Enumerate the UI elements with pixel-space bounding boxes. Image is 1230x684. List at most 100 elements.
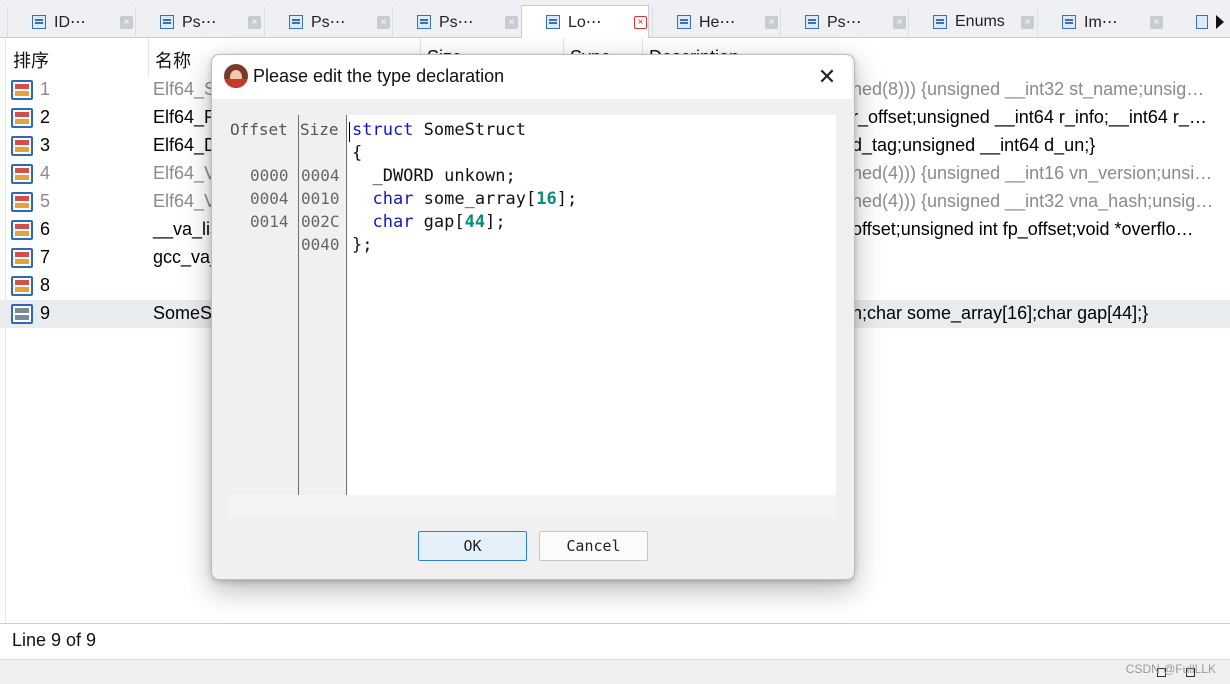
tab-close-icon[interactable]: ×	[765, 15, 778, 29]
code-text: {	[352, 143, 363, 163]
tab-label: Ps⋯	[311, 14, 346, 31]
tab-close-icon[interactable]: ×	[120, 15, 133, 29]
row-name: Elf64_V	[153, 191, 217, 211]
gutter-size-value: 0004	[301, 166, 340, 185]
code-area[interactable]: struct SomeStruct { _DWORD unkown; char s…	[347, 115, 836, 495]
code-text: some_array[	[413, 189, 537, 209]
row-name: __va_lis	[153, 219, 220, 239]
code-line: {	[352, 143, 362, 163]
row-number: 9	[40, 303, 51, 323]
code-text: _DWORD unkown;	[352, 166, 516, 186]
row-number: 4	[40, 163, 51, 183]
code-keyword: struct	[352, 120, 414, 140]
tab-2[interactable]: Ps⋯ ×	[135, 7, 263, 37]
tab-1[interactable]: ID⋯ ×	[7, 7, 135, 37]
chevron-right-icon[interactable]	[1216, 15, 1224, 29]
close-icon[interactable]: ✕	[812, 63, 842, 91]
gutter-size-value: 0040	[301, 235, 340, 254]
gutter-offset-value: 0004	[250, 189, 289, 208]
code-line: struct SomeStruct	[352, 120, 526, 140]
row-name: gcc_va_	[153, 247, 221, 267]
tab-7[interactable]: Ps⋯ ×	[780, 7, 908, 37]
row-name: Elf64_V	[153, 163, 217, 183]
tab-close-icon[interactable]: ×	[377, 15, 390, 29]
row-description: offset;unsigned int fp_offset;void *over…	[852, 219, 1194, 239]
gutter-size-value: 0010	[301, 189, 340, 208]
code-keyword: char	[372, 189, 414, 209]
cancel-button[interactable]: Cancel	[539, 531, 648, 561]
code-line: _DWORD unkown;	[352, 166, 516, 186]
code-text: ];	[485, 212, 506, 232]
struct-type-icon	[11, 248, 33, 268]
row-description: d_tag;unsigned __int64 d_un;}	[852, 135, 1096, 155]
offset-gutter: Offset 0000 0004 0014	[228, 115, 299, 495]
struct-type-icon	[11, 192, 33, 212]
code-text: };	[352, 235, 373, 255]
tab-6[interactable]: He⋯ ×	[652, 7, 780, 37]
tab-close-icon[interactable]: ×	[1021, 15, 1034, 29]
column-header-ordinal[interactable]: 排序	[13, 47, 49, 73]
row-number: 3	[40, 135, 51, 155]
row-name: Elf64_R	[153, 107, 218, 127]
gutter-offset-value: 0000	[250, 166, 289, 185]
struct-type-icon	[11, 108, 33, 128]
tab-close-icon[interactable]: ×	[634, 15, 647, 29]
tab-label: Lo⋯	[568, 14, 602, 31]
row-description: ned(4))) {unsigned __int16 vn_version;un…	[852, 163, 1213, 183]
type-declaration-editor[interactable]: Offset 0000 0004 0014 Size 0004 0010 002C 004…	[228, 115, 836, 518]
edit-type-dialog: Please edit the type declaration ✕ Offse…	[211, 54, 855, 580]
tab-close-icon[interactable]: ×	[505, 15, 518, 29]
row-number: 2	[40, 107, 51, 127]
tab-5[interactable]: Lo⋯ ×	[521, 5, 649, 38]
code-keyword: char	[372, 212, 414, 232]
column-separator[interactable]	[148, 38, 149, 76]
column-header-name[interactable]: 名称	[155, 47, 191, 73]
pseudocode-icon	[160, 15, 174, 29]
dialog-title: Please edit the type declaration	[253, 66, 505, 86]
tab-label: Ps⋯	[827, 14, 862, 31]
editor-scroll-area	[228, 495, 836, 518]
tab-label: Enums	[955, 13, 1005, 30]
code-text: gap[	[413, 212, 465, 232]
tab-close-icon[interactable]: ×	[1150, 15, 1163, 29]
text-cursor	[349, 122, 350, 142]
row-description: r_offset;unsigned __int64 r_info;__int64…	[852, 107, 1207, 127]
pseudocode-icon	[289, 15, 303, 29]
row-number: 6	[40, 219, 51, 239]
tab-8[interactable]: Enums ×	[908, 7, 1036, 37]
enums-icon	[933, 15, 947, 29]
tab-9[interactable]: Im⋯ ×	[1037, 7, 1165, 37]
struct-type-icon	[11, 136, 33, 156]
pseudocode-icon	[417, 15, 431, 29]
document-icon[interactable]	[1196, 15, 1208, 29]
tab-label: Ps⋯	[182, 14, 217, 31]
code-text: SomeStruct	[413, 120, 527, 140]
row-description: ned(8))) {unsigned __int32 st_name;unsig…	[852, 79, 1205, 99]
tab-close-icon[interactable]: ×	[248, 15, 261, 29]
structures-icon	[32, 15, 46, 29]
hex-view-icon	[677, 15, 691, 29]
row-description: n;char some_array[16];char gap[44];}	[852, 303, 1149, 323]
dialog-titlebar[interactable]: Please edit the type declaration ✕	[212, 55, 852, 99]
struct-type-icon	[11, 304, 33, 324]
row-description: ned(4))) {unsigned __int32 vna_hash;unsi…	[852, 191, 1214, 211]
row-name: Elf64_D	[153, 135, 218, 155]
size-gutter: Size 0004 0010 002C 0040	[299, 115, 347, 495]
row-number: 7	[40, 247, 51, 267]
tab-3[interactable]: Ps⋯ ×	[264, 7, 392, 37]
tab-bar: ID⋯ × Ps⋯ × Ps⋯ × Ps⋯ × Lo⋯ × He⋯ × Ps⋯ × Enums × Im⋯ ×	[0, 0, 1230, 38]
offset-header: Offset	[230, 120, 288, 139]
row-name: Elf64_S	[153, 79, 217, 99]
ok-button[interactable]: OK	[418, 531, 527, 561]
tab-overflow[interactable]	[1186, 7, 1230, 37]
tab-4[interactable]: Ps⋯ ×	[392, 7, 520, 37]
struct-type-icon	[11, 220, 33, 240]
code-text: ];	[556, 189, 578, 209]
tab-close-icon[interactable]: ×	[893, 15, 906, 29]
struct-type-icon	[11, 164, 33, 184]
gutter-offset-value: 0014	[250, 212, 289, 231]
row-number: 8	[40, 275, 51, 295]
app-icon	[224, 64, 248, 88]
